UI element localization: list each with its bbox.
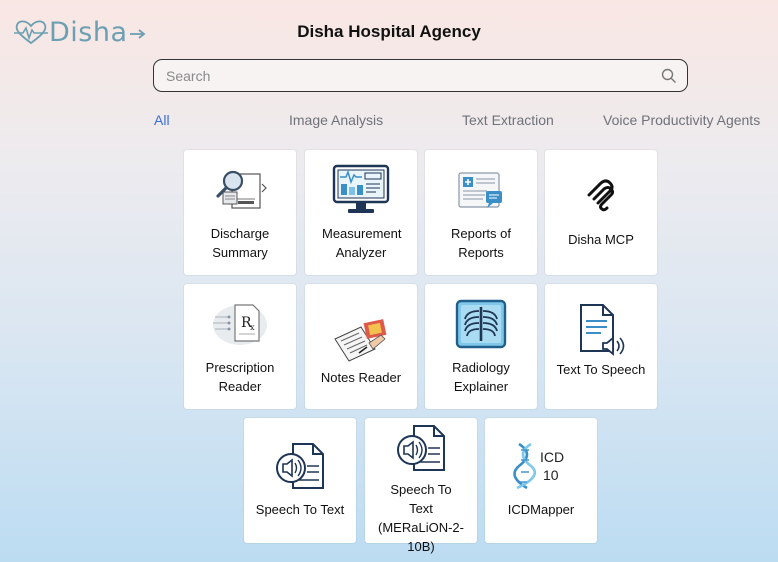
page-title: Disha Hospital Agency — [297, 22, 481, 41]
medical-report-icon — [451, 162, 511, 218]
mcp-logo-icon — [581, 176, 621, 216]
card-label: Speech To Text — [255, 502, 345, 517]
xray-ribcage-icon — [451, 296, 511, 352]
document-speaker-icon — [571, 302, 631, 358]
card-label: Radiology Explainer — [452, 360, 510, 394]
card-prescription-reader[interactable]: R x Prescription Reader — [184, 284, 296, 409]
icd-number: 10 — [543, 467, 559, 483]
tab-voice-productivity-agents[interactable]: Voice Productivity Agents — [603, 112, 760, 128]
card-label: Discharge Summary — [210, 226, 270, 260]
card-measurement-analyzer[interactable]: Measurement Analyzer — [305, 150, 417, 275]
search-input[interactable] — [154, 67, 661, 84]
card-icdmapper[interactable]: ICD 10 ICDMapper — [485, 418, 597, 543]
card-text-to-speech[interactable]: Text To Speech — [545, 284, 657, 409]
icd10-dna-icon: ICD 10 — [511, 438, 571, 494]
card-label: ICDMapper — [507, 502, 575, 517]
tab-text-extraction[interactable]: Text Extraction — [462, 112, 554, 128]
tab-image-analysis[interactable]: Image Analysis — [289, 112, 383, 128]
card-label: Disha MCP — [568, 232, 634, 247]
magnifier-document-icon — [210, 162, 270, 218]
card-discharge-summary[interactable]: Discharge Summary — [184, 150, 296, 275]
icd-label: ICD — [540, 449, 564, 465]
prescription-rx-icon: R x — [210, 296, 270, 352]
card-label: Prescription Reader — [205, 360, 275, 394]
monitor-chart-icon — [331, 162, 391, 218]
card-label: Measurement Analyzer — [322, 226, 402, 260]
notes-writing-icon — [331, 310, 391, 366]
card-label: Speech To Text (MERaLiON-2-10B) — [378, 482, 464, 554]
card-label: Notes Reader — [320, 370, 402, 385]
card-notes-reader[interactable]: Notes Reader — [305, 284, 417, 409]
category-tabs: All Image Analysis Text Extraction Voice… — [0, 112, 778, 132]
card-speech-to-text-meralion[interactable]: Speech To Text (MERaLiON-2-10B) — [365, 418, 477, 554]
card-speech-to-text[interactable]: Speech To Text — [244, 418, 356, 543]
search-bar — [153, 59, 688, 92]
speaker-document-icon — [270, 438, 330, 494]
card-disha-mcp[interactable]: Disha MCP — [545, 150, 657, 275]
svg-text:x: x — [250, 323, 255, 332]
card-label: Reports of Reports — [451, 226, 511, 260]
speaker-document-icon — [391, 422, 451, 474]
card-reports-of-reports[interactable]: Reports of Reports — [425, 150, 537, 275]
card-radiology-explainer[interactable]: Radiology Explainer — [425, 284, 537, 409]
card-label: Text To Speech — [556, 362, 646, 377]
tab-all[interactable]: All — [154, 112, 170, 128]
search-icon[interactable] — [661, 68, 677, 84]
